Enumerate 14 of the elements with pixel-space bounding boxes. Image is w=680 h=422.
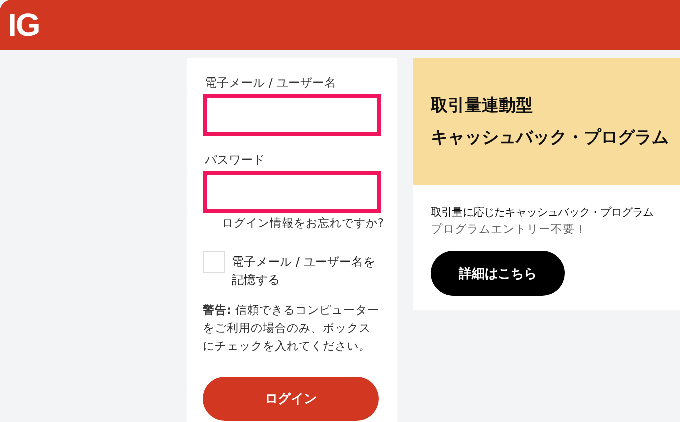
details-button[interactable]: 詳細はこちら [431, 251, 565, 296]
login-button[interactable]: ログイン [203, 377, 379, 421]
promo-description: 取引量に応じたキャッシュバック・プログラム [431, 205, 654, 220]
checkbox[interactable] [203, 251, 225, 273]
logo[interactable]: IG [8, 6, 40, 44]
input-field[interactable] [203, 94, 381, 136]
field-label: 電子メール / ユーザー名 [205, 75, 338, 91]
warning-text: 警告: 信頼できるコンピューターをご利用の場合のみ、ボックスにチェックを入れてください。 [203, 302, 380, 355]
checkbox-label: 電子メール / ユーザー名を記憶する [232, 254, 377, 289]
promo-note: プログラムエントリー不要！ [431, 222, 587, 237]
input-field[interactable] [203, 171, 381, 213]
forgot-link[interactable]: ログイン情報をお忘れですか? [222, 216, 384, 231]
promo-title: 取引量連動型 キャッシュバック・プログラム [431, 94, 669, 150]
field-label: パスワード [205, 152, 266, 168]
